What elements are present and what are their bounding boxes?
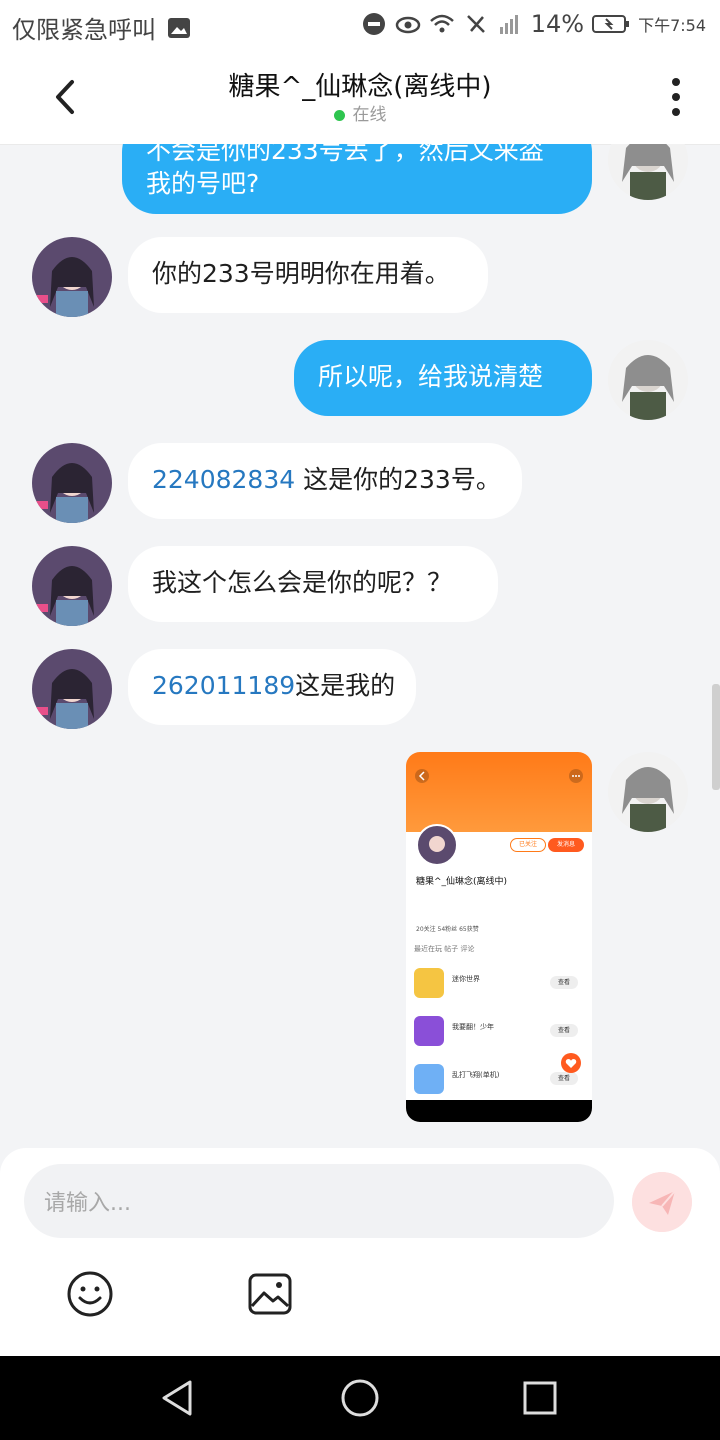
message-text: 我这个怎么会是你的呢？？: [152, 568, 453, 597]
chat-header: 糖果^_仙琳念(离线中) 在线: [0, 50, 720, 145]
send-icon[interactable]: [632, 1172, 692, 1232]
message-text: 这是我的: [295, 671, 396, 700]
online-dot-icon: [333, 109, 345, 121]
screenshot-more-icon: [569, 769, 583, 783]
message-bubble-incoming[interactable]: 224082834 这是你的233号。: [128, 443, 522, 519]
screenshot-header-bg: [406, 752, 592, 832]
screenshot-heart-icon: [561, 1053, 581, 1073]
phone-number-link[interactable]: 262011189: [152, 671, 295, 700]
screenshot-back-icon: [415, 769, 429, 783]
presence-label: 在线: [352, 105, 387, 125]
avatar-self[interactable]: [608, 144, 688, 200]
avatar-self[interactable]: [608, 340, 688, 420]
phone-number-link[interactable]: 224082834: [152, 465, 295, 494]
message-text: 所以呢，给我说清楚: [318, 362, 544, 391]
nav-recents-icon[interactable]: [518, 1376, 562, 1420]
message-bubble-incoming[interactable]: 262011189这是我的: [128, 649, 416, 725]
image-message[interactable]: 已关注 发消息 糖果^_仙琳念(离线中) 20关注 54粉丝 65获赞 最近在玩…: [406, 752, 592, 1122]
game-icon: [414, 968, 444, 998]
message-text: 这是你的233号。: [295, 465, 501, 494]
nav-home-icon[interactable]: [338, 1376, 382, 1420]
screenshot-user-name: 糖果^_仙琳念(离线中): [416, 877, 508, 887]
system-nav-bar: [0, 1356, 720, 1440]
no-call-icon: [466, 15, 485, 33]
screenshot-follow-button: 已关注: [510, 838, 546, 852]
avatar-contact[interactable]: [32, 443, 112, 523]
input-placeholder: 请输入...: [44, 1191, 131, 1216]
input-panel: 请输入...: [0, 1148, 720, 1358]
time: 下午7:54: [638, 16, 706, 35]
message-bubble-incoming[interactable]: 你的233号明明你在用着。: [128, 237, 488, 313]
status-bar: 仅限紧急呼叫 14% 下午7:54: [0, 0, 720, 50]
message-bubble-incoming[interactable]: 我这个怎么会是你的呢？？: [128, 546, 498, 622]
message-list[interactable]: 不会是你的233号丢了，然后又来盗 我的号吧? 你的233号明明你在用着。 所以…: [0, 144, 720, 1148]
message-text: 你的233号明明你在用着。: [152, 259, 450, 288]
game-name: 我要翻！少年: [452, 1023, 494, 1031]
gallery-notification-icon: [168, 17, 190, 38]
battery-percent: 14%: [530, 10, 585, 38]
do-not-disturb-icon: [362, 13, 385, 35]
more-vertical-icon[interactable]: [658, 74, 694, 120]
nav-back-icon[interactable]: [156, 1376, 200, 1420]
game-action: 查看: [550, 1024, 578, 1037]
game-icon: [414, 1016, 444, 1046]
screenshot-message-button: 发消息: [548, 838, 584, 852]
image-icon[interactable]: [246, 1270, 294, 1318]
avatar-contact[interactable]: [32, 237, 112, 317]
chat-title: 糖果^_仙琳念(离线中): [228, 72, 492, 102]
message-input[interactable]: 请输入...: [24, 1164, 614, 1238]
screenshot-stats: 20关注 54粉丝 65获赞: [416, 926, 479, 933]
screenshot-game-row: 迷你世界 查看: [414, 968, 584, 1002]
emergency-call-text: 仅限紧急呼叫: [12, 16, 156, 44]
signal-icon: [499, 15, 518, 34]
presence-status: 在线: [0, 100, 720, 125]
game-name: 迷你世界: [452, 975, 480, 983]
message-text-line: 不会是你的233号丢了，然后又来盗: [146, 144, 544, 165]
message-text-line: 我的号吧?: [146, 169, 260, 198]
message-bubble-outgoing[interactable]: 所以呢，给我说清楚: [294, 340, 592, 416]
game-icon: [414, 1064, 444, 1094]
wifi-icon: [429, 14, 454, 33]
screenshot-game-row: 乱打飞翔(单机) 查看: [414, 1064, 584, 1098]
game-action: 查看: [550, 976, 578, 989]
avatar-contact[interactable]: [32, 546, 112, 626]
battery-charging-icon: [592, 15, 630, 33]
screenshot-nav-bar: [406, 1100, 592, 1122]
scrollbar-thumb[interactable]: [712, 684, 720, 790]
avatar-self[interactable]: [608, 752, 688, 832]
screenshot-tabs: 最近在玩 帖子 评论: [414, 945, 475, 953]
shared-screenshot: 已关注 发消息 糖果^_仙琳念(离线中) 20关注 54粉丝 65获赞 最近在玩…: [406, 752, 592, 1122]
screenshot-game-row: 我要翻！少年 查看: [414, 1016, 584, 1050]
eye-comfort-icon: [395, 16, 420, 34]
screenshot-avatar: [416, 824, 458, 866]
emoji-icon[interactable]: [66, 1270, 114, 1318]
game-name: 乱打飞翔(单机): [452, 1071, 500, 1079]
message-bubble-outgoing[interactable]: 不会是你的233号丢了，然后又来盗 我的号吧?: [122, 144, 592, 214]
avatar-contact[interactable]: [32, 649, 112, 729]
